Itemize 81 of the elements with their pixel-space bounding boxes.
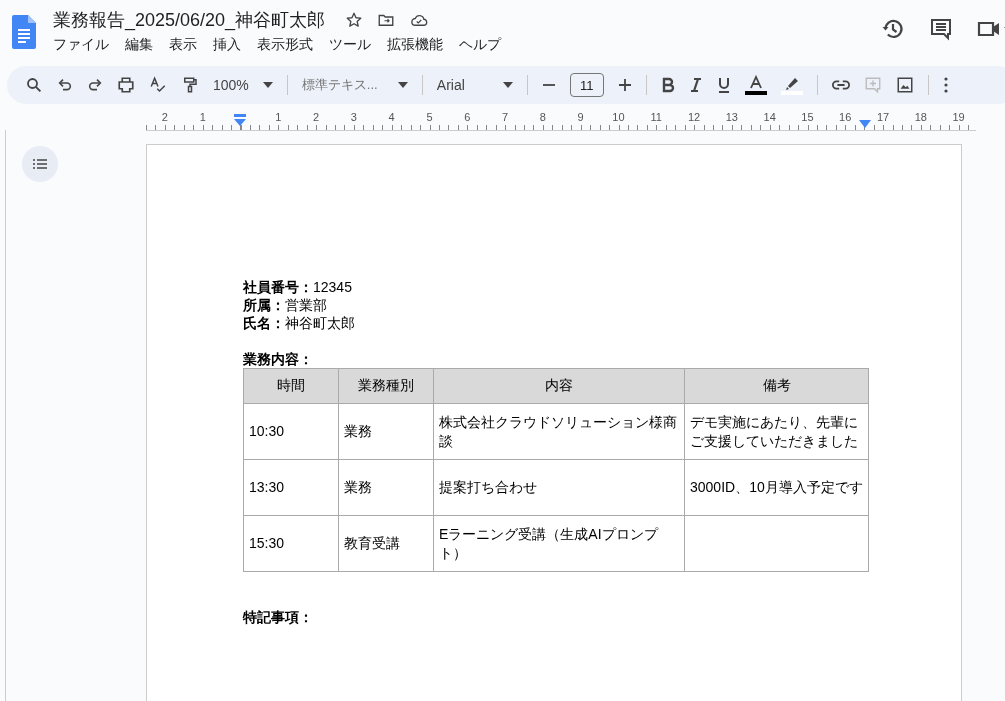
ruler-number: 15: [801, 111, 814, 125]
spellcheck-icon[interactable]: [149, 76, 167, 94]
star-icon[interactable]: [345, 11, 364, 29]
menu-item[interactable]: ツール: [329, 36, 371, 54]
table-cell: 業務: [338, 403, 434, 460]
menu-item[interactable]: 編集: [125, 36, 153, 54]
table-cell: 提案打ち合わせ: [433, 459, 685, 516]
print-icon[interactable]: [117, 76, 135, 94]
font-dropdown[interactable]: Arial: [436, 77, 513, 93]
menu-item[interactable]: 挿入: [213, 36, 241, 54]
table-cell: 13:30: [243, 459, 339, 516]
font-size-field[interactable]: 11: [569, 73, 604, 97]
ruler-number: 18: [914, 111, 927, 125]
table-cell: 株式会社クラウドソリューション様商談: [433, 403, 685, 460]
column-header: 備考: [684, 368, 869, 404]
menu-item[interactable]: ヘルプ: [459, 36, 501, 54]
caret-icon: [262, 82, 273, 88]
ruler-number: 14: [763, 111, 776, 125]
more-options-icon[interactable]: [942, 77, 949, 93]
ruler-number: 10: [612, 111, 625, 125]
list-icon: [33, 159, 47, 169]
menu-item[interactable]: 表示: [169, 36, 197, 54]
add-comment-icon: [863, 76, 882, 94]
column-header: 内容: [433, 368, 685, 404]
table-cell: 教育受講: [338, 515, 434, 572]
table-cell: デモ実施にあたり、先輩にご支援していただきました: [684, 403, 869, 460]
text-color-icon[interactable]: [744, 75, 767, 95]
menu-item[interactable]: 拡張機能: [387, 36, 443, 54]
ruler-number: 2: [161, 111, 168, 125]
menu-item[interactable]: 表示形式: [257, 36, 313, 54]
bold-icon[interactable]: [660, 77, 675, 93]
info-line: 氏名：神谷町太郎: [243, 314, 356, 332]
link-icon[interactable]: [831, 79, 850, 91]
ruler-number: 11: [650, 111, 662, 125]
ruler-number: 3: [350, 111, 357, 125]
ruler-number: 4: [388, 111, 395, 125]
ruler-number: 1: [275, 111, 282, 125]
image-icon[interactable]: [895, 76, 914, 94]
table-cell: 10:30: [243, 403, 339, 460]
document-title[interactable]: 業務報告_2025/06/20_神谷町太郎: [53, 8, 326, 32]
history-icon[interactable]: [881, 17, 905, 41]
ruler-number: 9: [577, 111, 584, 125]
paint-roller-icon[interactable]: [181, 76, 199, 94]
table-cell: 15:30: [243, 515, 339, 572]
section-heading: 業務内容：: [243, 350, 314, 368]
redo-icon[interactable]: [87, 77, 103, 93]
column-header: 時間: [243, 368, 339, 404]
zoom-dropdown[interactable]: 100%: [213, 77, 273, 93]
caret-icon: [397, 82, 408, 88]
outline-button[interactable]: [22, 146, 58, 182]
italic-icon[interactable]: [688, 77, 703, 93]
plus-icon[interactable]: [617, 78, 632, 92]
ruler-number: 7: [502, 111, 509, 125]
ruler-number: 6: [464, 111, 471, 125]
docs-logo-icon[interactable]: [12, 15, 36, 49]
ruler-number: 2: [313, 111, 320, 125]
section-heading: 特記事項：: [243, 608, 314, 626]
indent-marker-icon[interactable]: [859, 120, 871, 128]
column-header: 業務種別: [338, 368, 434, 404]
search-icon[interactable]: [25, 76, 43, 94]
ruler-number: 19: [952, 111, 965, 125]
ruler-number: 12: [687, 111, 701, 125]
ruler-number: 13: [725, 111, 738, 125]
ruler-number: 8: [539, 111, 546, 125]
ruler-number: 5: [426, 111, 433, 125]
info-line: 所属：営業部: [243, 296, 328, 314]
caret-icon: [502, 82, 513, 88]
table-cell: Eラーニング受講（生成AIプロンプト）: [433, 515, 685, 572]
table-cell: 3000ID、10月導入予定です: [684, 459, 869, 516]
menu-item[interactable]: ファイル: [53, 36, 109, 54]
paragraph-style-dropdown[interactable]: 標準テキス...: [301, 76, 408, 94]
indent-marker-icon[interactable]: [234, 114, 246, 126]
ruler-number: 16: [839, 111, 852, 125]
ruler-number: 17: [876, 111, 890, 125]
info-line: 社員番号：12345: [243, 278, 353, 296]
undo-icon[interactable]: [57, 77, 73, 93]
comment-icon[interactable]: [929, 17, 953, 41]
highlighter-icon[interactable]: [780, 75, 803, 95]
ruler-number: 1: [199, 111, 206, 125]
underline-icon[interactable]: [716, 77, 731, 93]
table-cell: 業務: [338, 459, 434, 516]
